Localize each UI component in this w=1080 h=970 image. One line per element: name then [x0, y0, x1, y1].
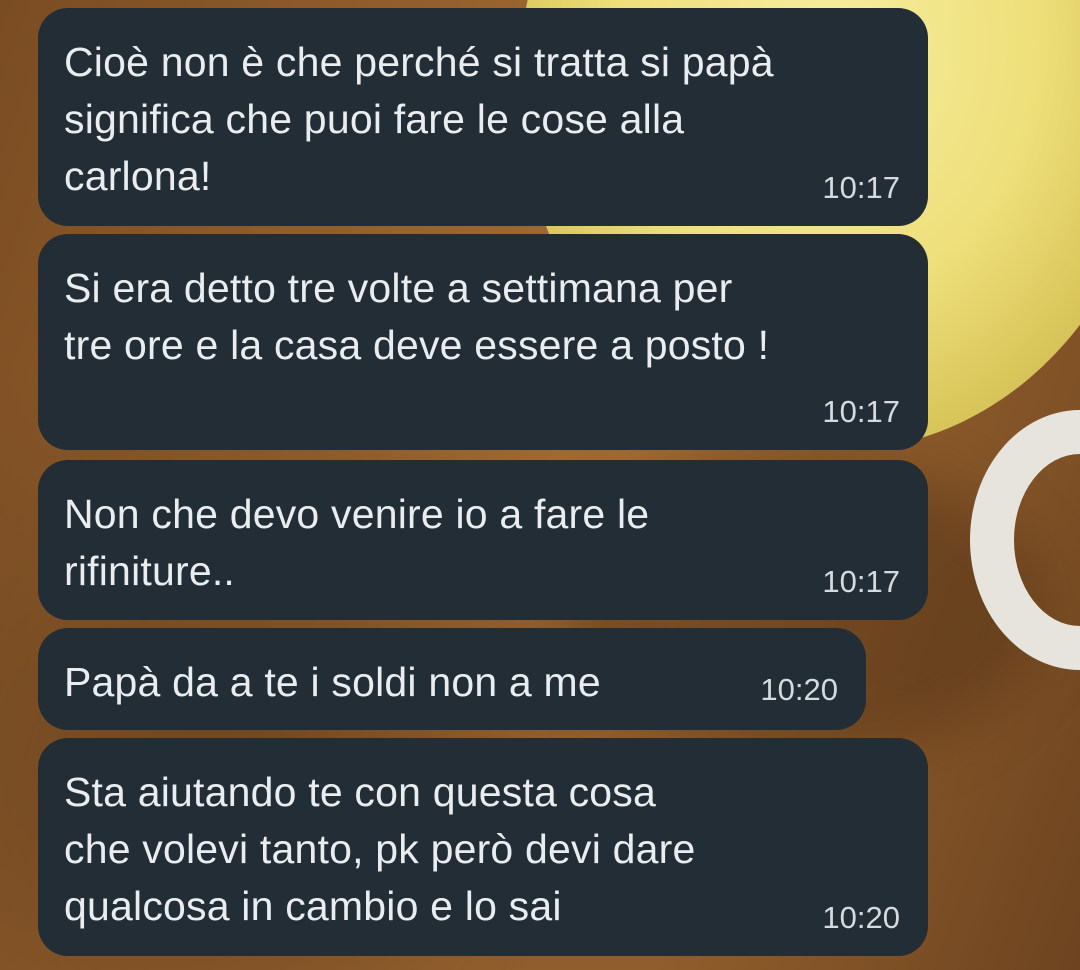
message-text: Si era detto tre volte a settimana per t…: [64, 265, 770, 368]
message-text: Papà da a te i soldi non a me: [64, 659, 601, 705]
message-bubble[interactable]: Si era detto tre volte a settimana per t…: [38, 234, 928, 450]
message-list[interactable]: Cioè non è che perché si tratta si papà …: [0, 0, 1080, 970]
message-bubble[interactable]: Papà da a te i soldi non a me 10:20: [38, 628, 866, 730]
message-time: 10:20: [822, 900, 900, 935]
message-text: Cioè non è che perché si tratta si papà …: [64, 39, 774, 199]
message-bubble[interactable]: Cioè non è che perché si tratta si papà …: [38, 8, 928, 226]
message-text: Sta aiutando te con questa cosa che vole…: [64, 769, 696, 929]
message-time: 10:17: [822, 170, 900, 205]
message-bubble[interactable]: Non che devo venire io a fare le rifinit…: [38, 460, 928, 620]
message-time: 10:17: [822, 394, 900, 429]
message-bubble[interactable]: Sta aiutando te con questa cosa che vole…: [38, 738, 928, 956]
message-text: Non che devo venire io a fare le rifinit…: [64, 491, 650, 594]
message-time: 10:20: [760, 672, 838, 707]
message-time: 10:17: [822, 564, 900, 599]
